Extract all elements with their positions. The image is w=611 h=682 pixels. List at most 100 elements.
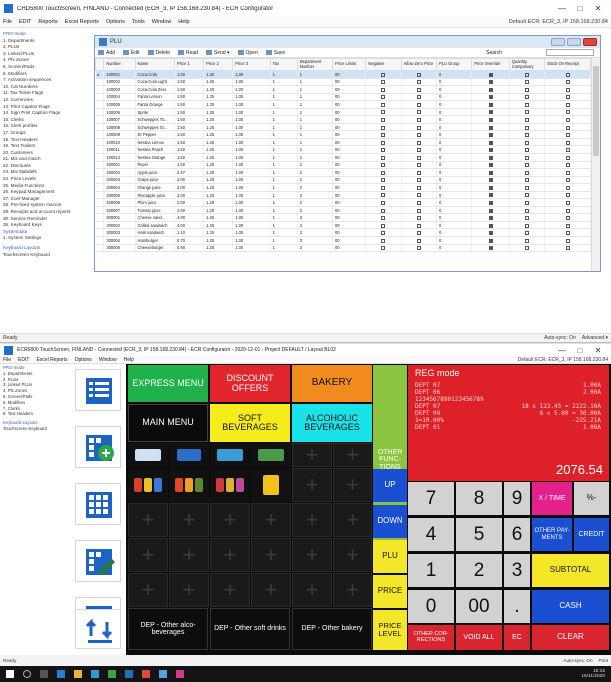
nav-item[interactable]: 12. Currencies [3,97,81,104]
table-cell[interactable]: Schweppes To... [135,115,176,124]
checkbox-unchecked[interactable] [381,102,386,107]
checkbox-cell[interactable] [365,70,402,79]
table-cell[interactable]: 00 [332,93,367,102]
empty-key[interactable]: + [251,538,291,572]
save-button[interactable]: Save [265,50,285,56]
checkbox-unchecked[interactable] [565,231,570,236]
table-cell[interactable]: 1 [297,138,334,147]
empty-key[interactable]: + [210,538,250,572]
checkbox-unchecked[interactable] [416,102,421,107]
nav-item[interactable]: 2. PLUs [3,44,81,51]
table-cell[interactable]: 1.00 [232,213,271,222]
checkbox-cell[interactable] [401,145,437,154]
nav-item[interactable]: 20. Customers [3,150,81,157]
table-cell[interactable]: 00 [332,108,367,117]
table-cell[interactable]: 200005 [103,191,136,200]
table-cell[interactable]: Hamburger [135,236,176,245]
empty-key[interactable]: + [292,503,332,537]
checkbox-checked[interactable] [488,178,493,183]
row-indicator[interactable] [95,206,105,215]
table-cell[interactable]: 100001 [103,70,136,79]
table-cell[interactable]: Nestea Peach [135,145,176,154]
checkbox-unchecked[interactable] [565,178,570,183]
table-cell[interactable]: 1 [270,176,298,185]
checkbox-unchecked[interactable] [565,155,570,160]
dep-other-alco-key[interactable]: DEP - Other alco-beverages [128,608,208,650]
table-cell[interactable]: 0 [436,161,473,170]
checkbox-checked[interactable] [488,72,493,77]
column-header[interactable]: Department Number [296,58,334,71]
table-cell[interactable]: Tomato juice [135,206,176,215]
checkbox-cell[interactable] [401,183,437,192]
table-row[interactable]: 200006 Plum juice 2.00 1.25 1.00 1 2 00 0 [95,198,591,207]
checkbox-unchecked[interactable] [381,155,386,160]
table-cell[interactable]: 0 [436,153,473,162]
table-cell[interactable]: 1.00 [232,236,271,245]
table-cell[interactable]: 0.90 [174,244,205,253]
table-cell[interactable]: 00 [332,221,367,230]
table-cell[interactable]: Pineapple juice [135,191,176,200]
table-row[interactable]: 300003 Ham sandwich 1.10 1.25 1.00 1 3 00 0 [95,228,591,238]
checkbox-cell[interactable] [471,70,510,79]
checkbox-cell[interactable] [544,236,591,245]
menu-edit[interactable]: EDIT [18,357,29,363]
table-cell[interactable]: 1.00 [232,206,271,215]
table-cell[interactable]: 1.25 [203,145,234,154]
table-cell[interactable]: 1.25 [203,213,234,222]
table-cell[interactable]: 3 [297,228,334,238]
column-header[interactable]: Negative [365,58,402,71]
checkbox-cell[interactable] [401,123,437,132]
x-time-key[interactable]: X / TIME [532,482,572,515]
row-indicator[interactable] [95,183,105,192]
table-cell[interactable]: 1.50 [174,130,205,139]
column-header[interactable]: Price 2 [203,58,234,71]
table-cell[interactable]: 00 [332,198,367,207]
checkbox-cell[interactable] [471,108,510,117]
nav-item[interactable]: 26. Keypad Management [3,189,81,196]
empty-key[interactable]: + [251,573,291,607]
table-cell[interactable]: 00 [332,183,367,192]
table-cell[interactable]: 00 [332,228,367,238]
empty-key[interactable]: + [128,503,168,537]
column-header[interactable]: Price Override [471,58,510,71]
checkbox-cell[interactable] [471,130,510,139]
table-cell[interactable]: 1 [297,100,334,109]
vertical-scrollbar[interactable] [591,58,600,271]
checkbox-cell[interactable] [544,123,591,132]
checkbox-unchecked[interactable] [416,117,421,122]
row-indicator[interactable] [95,228,105,238]
column-header[interactable]: Price 3 [232,58,271,71]
table-cell[interactable]: 100012 [103,153,136,162]
table-row[interactable]: 200005 Pineapple juice 2.00 1.25 1.00 1 2 00 0 [95,191,591,200]
checkbox-unchecked[interactable] [416,185,421,190]
table-cell[interactable]: 1 [270,130,298,139]
product-key-snacks-2[interactable] [169,468,209,502]
table-cell[interactable]: 100011 [103,145,136,154]
checkbox-checked[interactable] [488,185,493,190]
table-cell[interactable]: 1.25 [203,176,234,185]
minimize-button[interactable]: — [553,4,571,13]
table-row[interactable]: 300004 Hamburger 0.70 1.25 1.00 1 3 00 0 [95,236,591,245]
panel-close-button[interactable] [583,38,597,46]
checkbox-unchecked[interactable] [565,102,570,107]
row-indicator[interactable] [95,93,105,102]
table-cell[interactable]: 1.25 [203,244,234,253]
checkbox-cell[interactable] [471,78,510,87]
table-cell[interactable]: 1.25 [203,85,234,94]
menu-options[interactable]: Options [75,357,92,363]
table-cell[interactable]: 00 [332,244,367,253]
nav-item[interactable]: 8. Text Headers [3,411,66,417]
table-cell[interactable]: 0 [436,168,473,177]
checkbox-cell[interactable] [471,115,510,124]
checkbox-cell[interactable] [401,161,437,170]
table-cell[interactable]: Apple juice [135,168,176,177]
table-cell[interactable]: 1.25 [203,108,234,117]
column-header[interactable]: PLU Group [435,58,473,71]
table-cell[interactable]: 0 [436,130,473,139]
menu-window[interactable]: Window [99,357,117,363]
checkbox-cell[interactable] [471,206,510,215]
table-cell[interactable]: 00 [332,115,367,124]
checkbox-cell[interactable] [471,168,510,177]
bakery-key[interactable]: BAKERY [292,365,372,402]
checkbox-cell[interactable] [471,176,510,185]
